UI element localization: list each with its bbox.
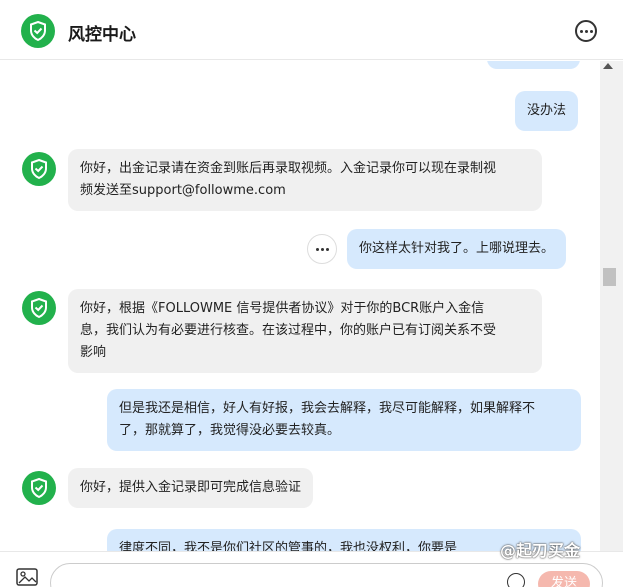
support-avatar <box>22 471 56 505</box>
message-bubble-right: 没办法 <box>515 91 579 131</box>
scrollbar[interactable] <box>600 61 623 551</box>
more-circle-icon[interactable] <box>575 20 597 42</box>
support-avatar <box>22 291 56 325</box>
message-bubble-left: 你好，出金记录请在资金到账后再录取视频。入金记录你可以现在录制视 频发送至sup… <box>68 149 542 211</box>
message-bubble-right: 你这样太针对我了。上哪说理去。 <box>347 229 567 269</box>
message-bubble-left: 你好，根据《FOLLOWME 信号提供者协议》对于你的BCR账户入金信 息，我们… <box>68 289 542 373</box>
scroll-up-arrow-icon[interactable] <box>603 63 613 69</box>
image-icon[interactable] <box>16 568 38 586</box>
send-button[interactable]: 发送 <box>538 571 590 587</box>
scroll-thumb[interactable] <box>603 268 616 286</box>
page-title: 风控中心 <box>68 25 136 45</box>
message-options-button[interactable] <box>307 234 337 264</box>
support-avatar <box>22 152 56 186</box>
message-bubble-left: 你好，提供入金记录即可完成信息验证 <box>68 468 314 508</box>
watermark: @起刃买金 <box>500 541 581 560</box>
message-bubble-right <box>487 61 580 69</box>
chat-header: 风控中心 <box>0 0 623 60</box>
message-bubble-right: 但是我还是相信，好人有好报，我会去解释，我尽可能解释，如果解释不 了，那就算了，… <box>107 389 581 451</box>
chat-messages[interactable]: 没办法 你好，出金记录请在资金到账后再录取视频。入金记录你可以现在录制视 频发送… <box>0 61 600 551</box>
emoji-icon[interactable] <box>507 573 525 587</box>
shield-check-icon <box>21 14 55 48</box>
